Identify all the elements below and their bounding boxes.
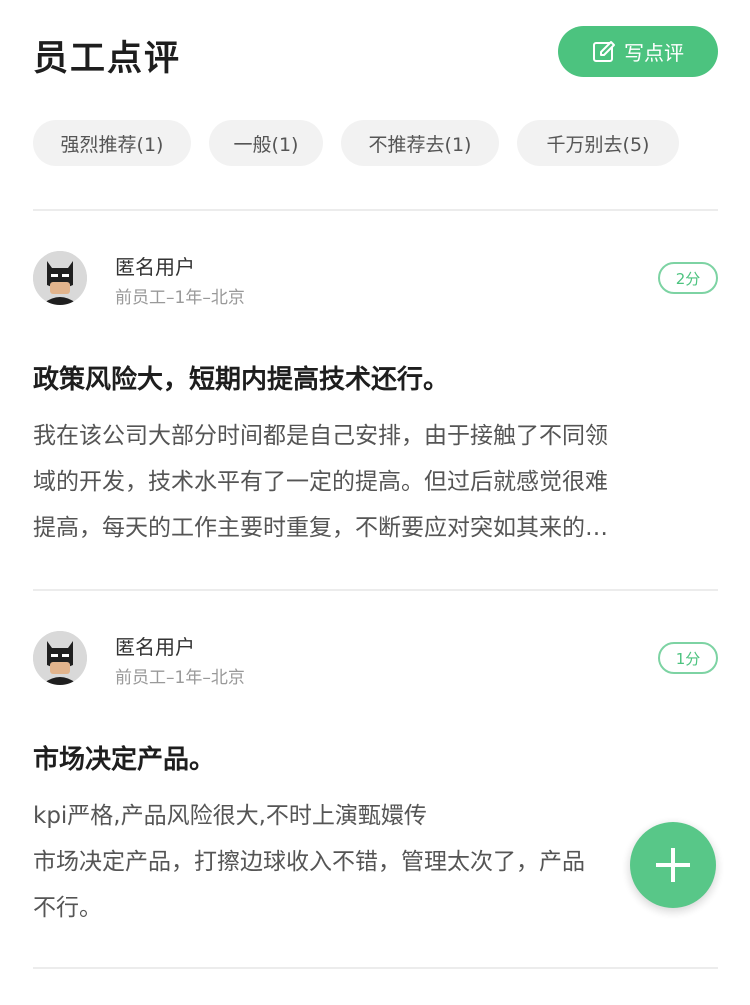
review-body: 我在该公司大部分时间都是自己安排，由于接触了不同领 域的开发，技术水平有了一定的… xyxy=(33,413,723,551)
filter-chips: 强烈推荐(1) 一般(1) 不推荐去(1) 千万别去(5) xyxy=(33,120,697,168)
author-meta: 前员工–1年–北京 xyxy=(115,668,245,688)
review-title: 市场决定产品。 xyxy=(33,745,216,775)
plus-icon xyxy=(656,848,690,882)
review-body: kpi严格,产品风险很大,不时上演甄嬛传 市场决定产品，打擦边球收入不错，管理太… xyxy=(33,793,723,931)
review-body-line: 提高，每天的工作主要时重复，不断要应对突如其来的… xyxy=(33,515,608,541)
page-title: 员工点评 xyxy=(33,39,182,79)
edit-icon xyxy=(593,40,615,62)
author-name: 匿名用户 xyxy=(115,255,195,279)
divider xyxy=(33,209,718,211)
divider xyxy=(33,589,718,591)
header: 员工点评 写点评 xyxy=(0,0,750,105)
avatar xyxy=(33,631,87,685)
author-name: 匿名用户 xyxy=(115,635,195,659)
filter-chip-not-recommend[interactable]: 不推荐去(1) xyxy=(341,120,499,166)
batman-avatar-icon xyxy=(33,251,87,305)
write-review-label: 写点评 xyxy=(624,41,684,65)
review-title: 政策风险大，短期内提高技术还行。 xyxy=(33,365,450,395)
avatar xyxy=(33,251,87,305)
filter-chip-strongly-recommend[interactable]: 强烈推荐(1) xyxy=(33,120,191,166)
score-badge: 1分 xyxy=(658,642,718,674)
divider xyxy=(33,967,718,969)
review-body-line: 市场决定产品，打擦边球收入不错，管理太次了，产品 xyxy=(33,849,585,875)
review-body-line: 我在该公司大部分时间都是自己安排，由于接触了不同领 xyxy=(33,423,608,449)
review-body-line: kpi严格,产品风险很大,不时上演甄嬛传 xyxy=(33,803,427,829)
batman-avatar-icon xyxy=(33,631,87,685)
score-badge: 2分 xyxy=(658,262,718,294)
author-meta: 前员工–1年–北京 xyxy=(115,288,245,308)
write-review-button[interactable]: 写点评 xyxy=(558,26,718,77)
add-button[interactable] xyxy=(630,822,716,908)
review-body-line: 域的开发，技术水平有了一定的提高。但过后就感觉很难 xyxy=(33,469,608,495)
filter-chip-average[interactable]: 一般(1) xyxy=(209,120,323,166)
filter-chip-never-go[interactable]: 千万别去(5) xyxy=(517,120,679,166)
review-body-line: 不行。 xyxy=(33,895,102,921)
